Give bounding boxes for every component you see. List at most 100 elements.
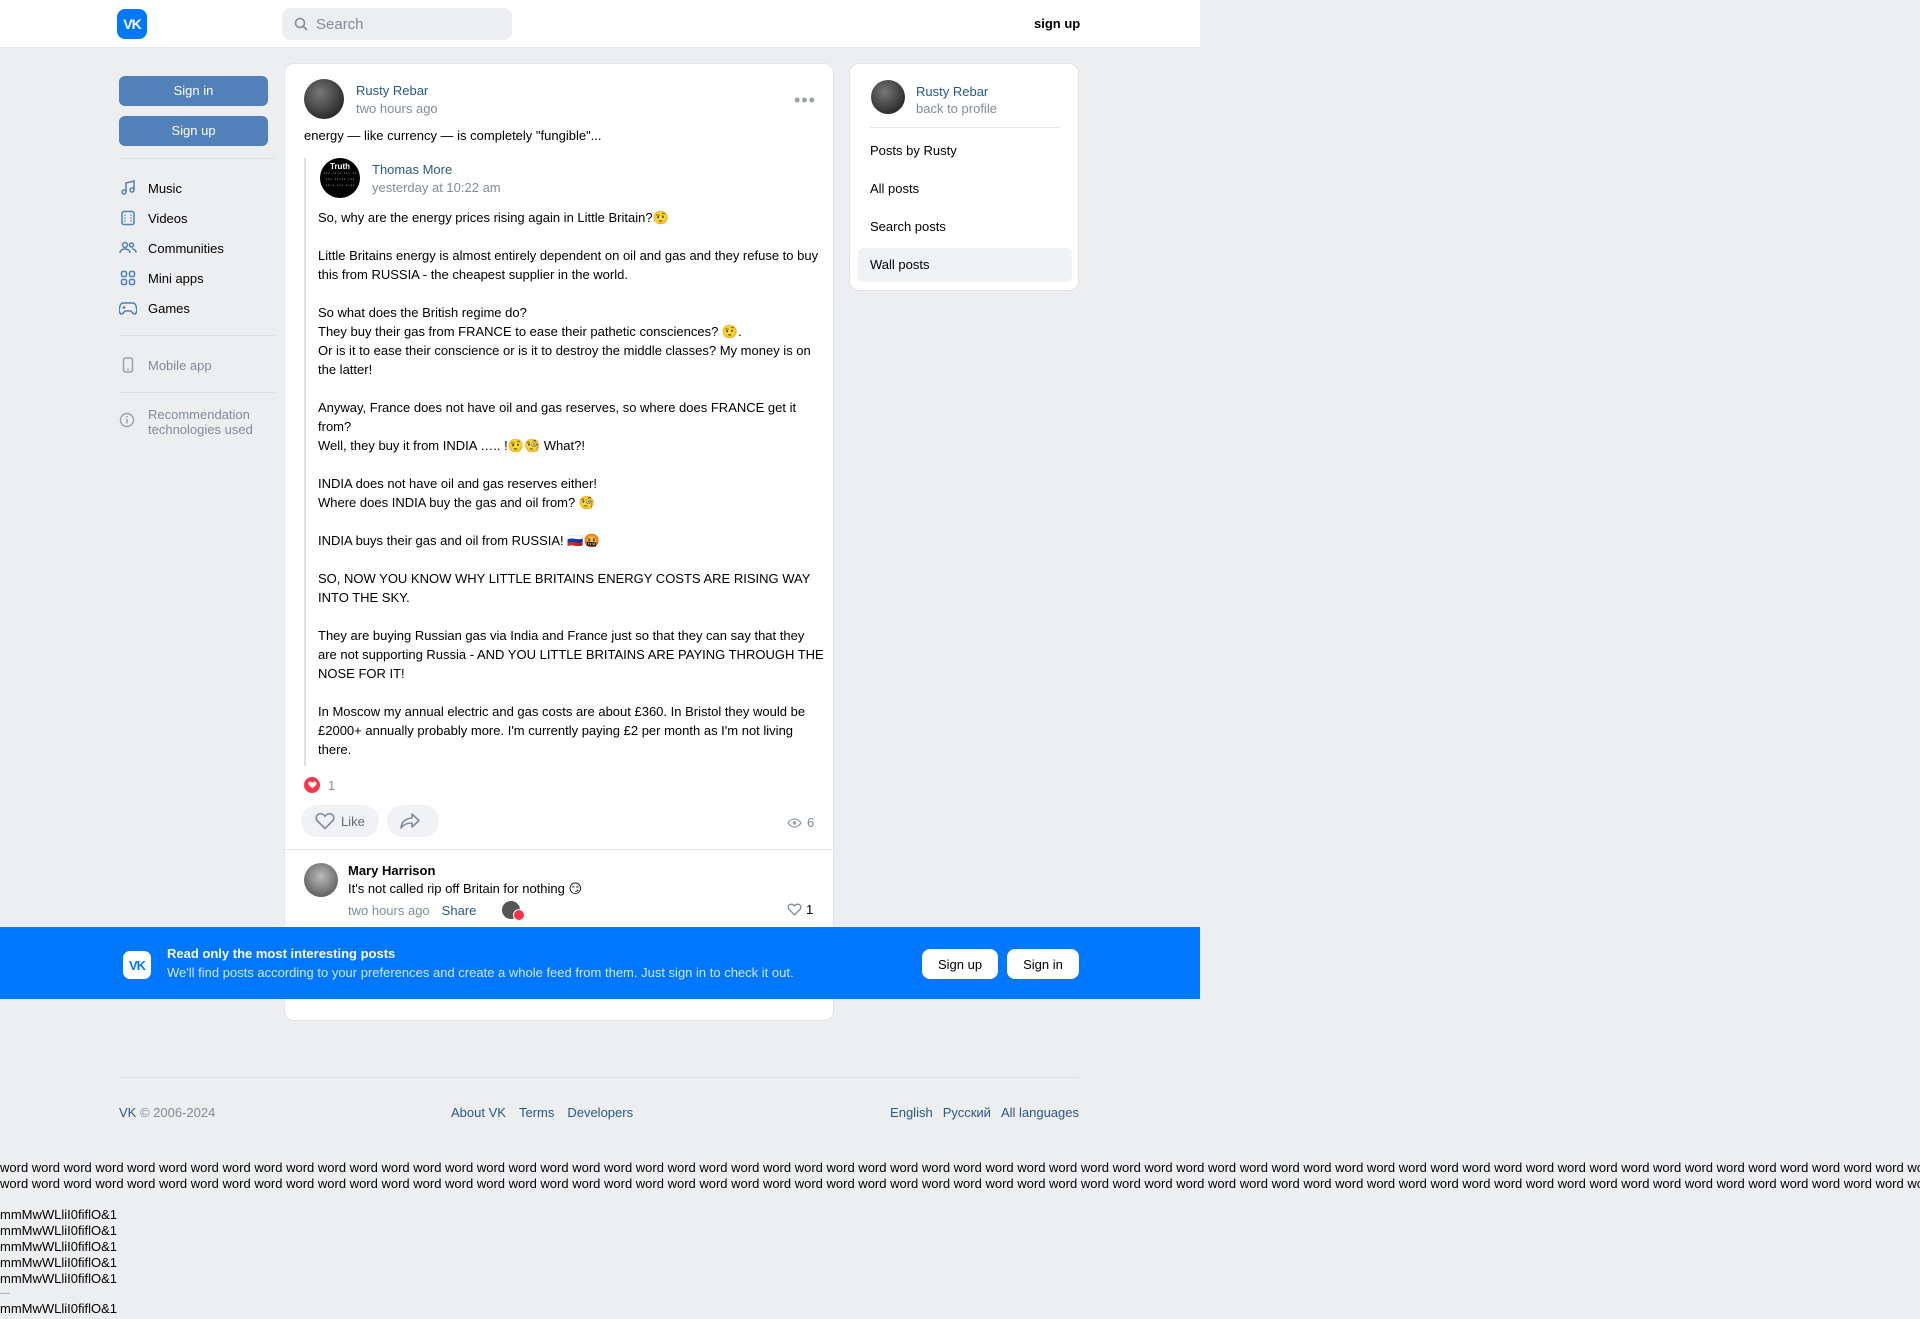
lang-russian[interactable]: Русский xyxy=(943,1105,991,1120)
comment-meta: two hours ago Share xyxy=(348,901,526,921)
footer-link-about[interactable]: About VK xyxy=(451,1105,506,1120)
search-input[interactable]: Search xyxy=(282,8,512,40)
test-glyph-line: mmMwWLliI0fiflO&1 xyxy=(0,1239,118,1254)
profile-name[interactable]: Rusty Rebar xyxy=(916,84,988,99)
left-sidebar: Sign in Sign up Music Videos Communities… xyxy=(119,76,275,437)
footer-links: About VK Terms Developers xyxy=(451,1105,646,1120)
post-card: Rusty Rebar two hours ago ••• energy — l… xyxy=(284,63,834,1021)
nav-item-recommendations[interactable]: Recommendation technologies used xyxy=(119,407,275,437)
recommendation-label: Recommendation technologies used xyxy=(148,407,253,437)
reactions-count: 1 xyxy=(328,777,336,793)
test-glyph-line: mmMwWLliI0fiflO&1 xyxy=(0,1271,118,1286)
profile-menu-card: Rusty Rebar back to profile Posts by Rus… xyxy=(849,63,1079,291)
test-glyph-line: mmMwWLliI0fiflO&1 xyxy=(0,1255,118,1270)
lang-english[interactable]: English xyxy=(890,1105,933,1120)
test-glyph-line: mmMwWLliI0fiflO&1 xyxy=(0,1301,118,1316)
like-label: Like xyxy=(341,813,365,829)
more-options-icon[interactable]: ••• xyxy=(794,90,816,111)
nav-label: Music xyxy=(148,180,182,196)
share-icon xyxy=(400,813,420,829)
repost-author-avatar[interactable]: Truth ··· ···· ··· ·· ··· ····· ··· ···· ··… xyxy=(320,158,360,198)
sign-up-button[interactable]: Sign up xyxy=(119,116,268,146)
banner-title: Read only the most interesting posts xyxy=(167,946,396,961)
share-button[interactable] xyxy=(386,805,439,837)
footer-brand-link[interactable]: VK xyxy=(119,1105,136,1120)
author-name[interactable]: Rusty Rebar xyxy=(356,83,428,98)
comment-like-button[interactable]: 1 xyxy=(787,902,813,917)
search-placeholder: Search xyxy=(316,15,364,33)
nav-label: Communities xyxy=(148,240,224,256)
search-icon xyxy=(294,17,308,31)
phone-icon xyxy=(119,356,137,374)
post-text: energy — like currency — is completely "… xyxy=(304,128,602,143)
copyright: VK © 2006-2024 xyxy=(119,1105,215,1120)
commenter-avatar[interactable] xyxy=(304,863,338,897)
post-actions: Like xyxy=(301,805,447,837)
nav-label: Videos xyxy=(148,210,188,226)
repost-time[interactable]: yesterday at 10:22 am xyxy=(372,180,501,195)
test-glyph-line: mmMwWLliI0fiflO&1 xyxy=(0,1223,118,1238)
users-icon xyxy=(119,239,137,257)
back-to-profile-link[interactable]: back to profile xyxy=(916,101,997,116)
heart-outline-icon xyxy=(787,903,802,916)
nav-divider xyxy=(119,392,275,393)
footer-link-developers[interactable]: Developers xyxy=(567,1105,633,1120)
info-icon xyxy=(119,412,137,430)
liker-avatar[interactable] xyxy=(502,901,526,921)
nav-item-games[interactable]: Games xyxy=(119,293,275,323)
test-dash: — xyxy=(0,1288,10,1299)
menu-item-posts-by-rusty[interactable]: Posts by Rusty xyxy=(858,134,1072,168)
footer-link-terms[interactable]: Terms xyxy=(519,1105,554,1120)
video-icon xyxy=(119,209,137,227)
views-count: 6 xyxy=(787,815,814,830)
test-glyph-line: mmMwWLliI0fiflO&1 xyxy=(0,1207,118,1222)
nav-item-mini-apps[interactable]: Mini apps xyxy=(119,263,275,293)
profile-menu: Posts by Rusty All posts Search posts Wa… xyxy=(858,134,1072,286)
test-word-block: word word word word word word word word … xyxy=(0,1160,1920,1192)
footer-languages: English Русский All languages xyxy=(880,1105,1079,1120)
music-icon xyxy=(119,179,137,197)
eye-icon xyxy=(787,817,802,828)
commenter-name[interactable]: Mary Harrison xyxy=(348,863,435,878)
nav-item-videos[interactable]: Videos xyxy=(119,203,275,233)
nav-divider xyxy=(119,335,275,336)
gamepad-icon xyxy=(119,299,137,317)
views-value: 6 xyxy=(807,815,815,830)
comment-time[interactable]: two hours ago xyxy=(348,903,430,918)
header-signup-link[interactable]: sign up xyxy=(1034,16,1080,31)
post-divider xyxy=(285,849,833,850)
nav-label: Games xyxy=(148,300,190,316)
author-avatar[interactable] xyxy=(304,79,344,119)
menu-item-all-posts[interactable]: All posts xyxy=(858,172,1072,206)
lang-all[interactable]: All languages xyxy=(1001,1105,1079,1120)
banner-signup-button[interactable]: Sign up xyxy=(922,949,998,979)
apps-icon xyxy=(119,269,137,287)
top-header: VK Search sign up xyxy=(0,0,1200,48)
menu-divider xyxy=(870,127,1060,128)
post-time[interactable]: two hours ago xyxy=(356,101,438,116)
nav-item-mobile-app[interactable]: Mobile app xyxy=(119,350,275,380)
banner-subtitle: We'll find posts according to your prefe… xyxy=(167,965,794,980)
vk-logo: VK xyxy=(123,951,151,979)
comment-share-link[interactable]: Share xyxy=(442,903,477,918)
repost-author-name[interactable]: Thomas More xyxy=(372,162,452,177)
footer-divider xyxy=(119,1077,1079,1078)
like-button[interactable]: Like xyxy=(301,805,379,837)
nav-item-communities[interactable]: Communities xyxy=(119,233,275,263)
nav-label: Mini apps xyxy=(148,270,204,286)
signup-banner: VK Read only the most interesting posts … xyxy=(0,927,1200,999)
copyright-text: © 2006-2024 xyxy=(136,1105,216,1120)
sign-in-button[interactable]: Sign in xyxy=(119,76,268,106)
vk-logo[interactable]: VK xyxy=(117,9,147,39)
comment-text: It's not called rip off Britain for noth… xyxy=(348,881,583,896)
repost-body-text: So, why are the energy prices rising aga… xyxy=(318,210,824,757)
menu-item-search-posts[interactable]: Search posts xyxy=(858,210,1072,244)
profile-avatar[interactable] xyxy=(871,80,905,114)
comment-like-count: 1 xyxy=(806,902,814,917)
heart-outline-icon xyxy=(315,812,335,830)
menu-item-wall-posts[interactable]: Wall posts xyxy=(858,248,1072,282)
nav-divider xyxy=(119,158,275,159)
banner-signin-button[interactable]: Sign in xyxy=(1007,949,1079,979)
nav-item-music[interactable]: Music xyxy=(119,173,275,203)
reactions-summary[interactable]: 1 xyxy=(304,777,335,793)
